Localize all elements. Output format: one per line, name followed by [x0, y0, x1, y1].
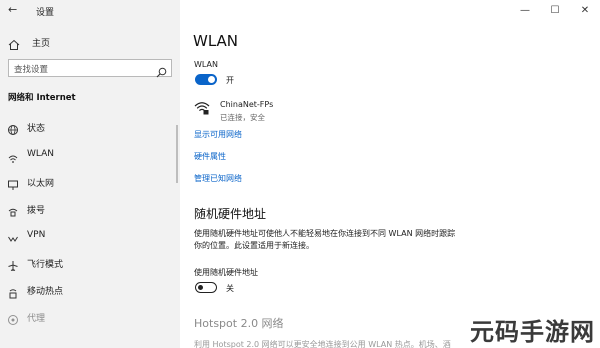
dialup-icon [7, 203, 19, 217]
search-input[interactable]: 查找设置 [8, 59, 172, 78]
random-hw-heading: 随机硬件地址 [194, 207, 267, 221]
manage-known-networks-link[interactable]: 管理已知网络 [194, 173, 242, 184]
sidebar-item-wlan[interactable]: WLAN [0, 145, 180, 165]
sidebar-item-status[interactable]: 状态 [0, 117, 180, 137]
sidebar-item-label: 状态 [27, 124, 46, 134]
sidebar-item-label: 移动热点 [27, 287, 64, 297]
minimize-button[interactable]: — [510, 0, 540, 20]
home-icon [8, 36, 20, 50]
random-hw-toggle-label: 使用随机硬件地址 [194, 268, 258, 277]
page-title: WLAN [193, 32, 239, 50]
maximize-button[interactable]: ☐ [540, 0, 570, 20]
sidebar-item-label: 飞行模式 [27, 260, 64, 270]
home-label: 主页 [32, 38, 51, 49]
vpn-icon [7, 230, 19, 242]
ethernet-icon [7, 176, 19, 190]
window-controls: — ☐ ✕ [510, 0, 600, 22]
close-button[interactable]: ✕ [570, 0, 600, 20]
back-arrow-icon[interactable]: ← [8, 4, 20, 16]
wlan-toggle[interactable] [195, 74, 217, 85]
sidebar-item-label: 拨号 [27, 206, 46, 216]
hotspot-description: 利用 Hotspot 2.0 网络可以更安全地连接到公用 WLAN 热点。机场、… [194, 340, 451, 348]
random-hw-toggle[interactable] [195, 282, 217, 293]
proxy-icon [7, 311, 19, 325]
sidebar-item-label: WLAN [27, 149, 55, 159]
wlan-toggle-state: 开 [226, 76, 234, 85]
hotspot-icon [7, 284, 19, 299]
random-hw-toggle-state: 关 [226, 284, 234, 293]
sidebar-item-label: 代理 [27, 314, 46, 324]
show-available-networks-link[interactable]: 显示可用网络 [194, 129, 242, 140]
sidebar-item-hotspot[interactable]: 移动热点 [0, 280, 180, 300]
hotspot-heading: Hotspot 2.0 网络 [194, 317, 284, 330]
network-name[interactable]: ChinaNet-FPs [220, 100, 273, 109]
sidebar-item-ethernet[interactable]: 以太网 [0, 172, 180, 192]
globe-icon [7, 121, 19, 135]
sidebar-item-proxy[interactable]: 代理 [0, 307, 180, 327]
sidebar-item-airplane[interactable]: 飞行模式 [0, 253, 180, 273]
wifi-icon [7, 149, 19, 163]
sidebar-item-label: 以太网 [27, 179, 55, 189]
sidebar-item-vpn[interactable]: VPN [0, 226, 180, 246]
titlebar: ← 设置 [0, 0, 180, 22]
search-placeholder: 查找设置 [14, 65, 49, 75]
app-title: 设置 [36, 8, 55, 18]
sidebar-item-label: VPN [27, 230, 46, 240]
network-status: 已连接，安全 [220, 113, 265, 122]
wlan-toggle-label: WLAN [194, 60, 219, 69]
watermark: 元码手游网 [470, 317, 595, 346]
sidebar: ← 设置 主页 查找设置 网络和 Internet 状态 WLAN 以太网 拨号… [0, 0, 180, 348]
section-title: 网络和 Internet [8, 93, 76, 103]
wifi-secure-icon [194, 99, 210, 115]
sidebar-scrollbar[interactable] [176, 125, 178, 183]
hardware-properties-link[interactable]: 硬件属性 [194, 151, 226, 162]
sidebar-item-dialup[interactable]: 拨号 [0, 199, 180, 219]
random-hw-description: 使用随机硬件地址可使他人不能轻易地在你连接到不同 WLAN 网络时跟踪你的位置。… [194, 229, 456, 250]
airplane-icon [7, 257, 19, 271]
home-nav[interactable]: 主页 [8, 34, 50, 50]
search-icon[interactable] [156, 63, 167, 78]
